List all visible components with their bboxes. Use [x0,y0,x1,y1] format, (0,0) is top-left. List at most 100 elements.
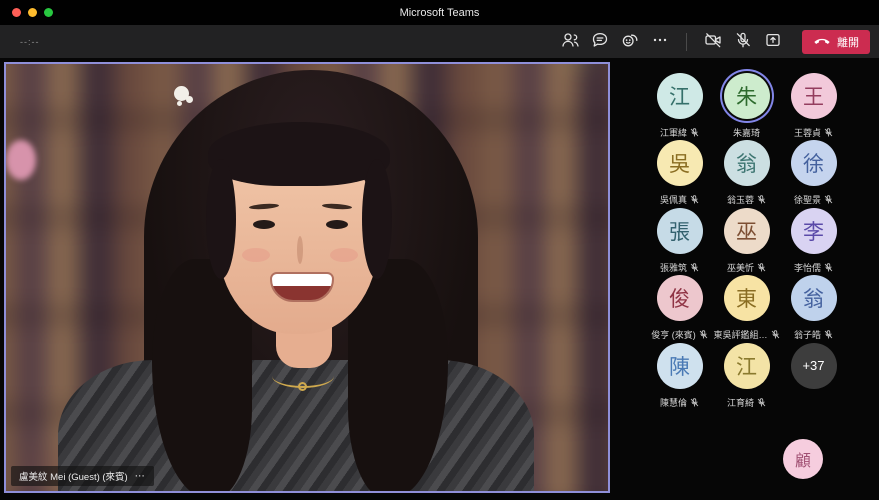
participant-tile[interactable]: 徐 徐聖景 [780,140,847,207]
participant-name: 江育綺 [727,396,754,409]
participant-tile[interactable]: 翁 翁玉蓉 [713,140,780,207]
participant-tile[interactable]: 東 東吳評鑑組… [713,275,780,342]
person-necklace-pendant [298,382,307,391]
more-options-button[interactable] [647,29,673,55]
participants-button[interactable] [557,29,583,55]
participant-name: 徐聖景 [794,193,821,206]
avatar: 朱 [724,73,770,119]
participant-name: 李怡儒 [794,261,821,274]
participant-name: 陳慧倫 [660,396,687,409]
participant-tile[interactable]: 江 江軍緯 [646,73,713,140]
avatar: 東 [724,275,770,321]
mic-muted-icon [690,128,699,137]
zoom-window-button[interactable] [44,8,53,17]
speaker-name-label: 盧美紋 Mei (Guest) (來賓) [19,469,128,483]
ellipsis-icon [650,30,670,53]
camera-toggle-button[interactable] [700,29,726,55]
participant-name: 朱嘉琦 [733,126,760,139]
person-smile [270,272,334,302]
person-eye-right [326,220,348,229]
mic-muted-icon [699,330,708,339]
chat-icon [590,30,610,53]
self-avatar: 顧 [783,439,823,479]
person-hair-fringe-right [362,159,392,279]
participant-tile[interactable]: 翁 翁子皓 [780,275,847,342]
share-screen-button[interactable] [760,29,786,55]
mic-muted-icon [757,398,766,407]
participant-tile[interactable]: 朱 朱嘉琦 [713,73,780,140]
avatar: 徐 [791,140,837,186]
main-video-tile: 盧美紋 Mei (Guest) (來賓) ⋯ [4,62,610,493]
chat-button[interactable] [587,29,613,55]
self-avatar-tile[interactable]: 顧 [783,439,823,479]
participant-tile[interactable]: 巫 巫美忻 [713,208,780,275]
participant-tile[interactable]: 俊 俊亨 (來賓) [646,275,713,342]
mic-off-icon [733,30,753,53]
mic-muted-icon [824,128,833,137]
participant-tile[interactable]: 江 江育綺 [713,343,780,410]
tile-more-menu[interactable]: ⋯ [135,471,146,482]
reactions-icon [620,30,640,53]
toolbar-divider [686,33,687,51]
overflow-count-avatar: +37 [791,343,837,389]
mic-muted-icon [771,330,780,339]
camera-off-icon [703,30,723,53]
avatar: 巫 [724,208,770,254]
participant-name: 張雅筑 [660,261,687,274]
minimize-window-button[interactable] [28,8,37,17]
person-eye-left [253,220,275,229]
share-screen-icon [763,30,783,53]
participant-name: 王蓉貞 [794,126,821,139]
mic-toggle-button[interactable] [730,29,756,55]
avatar: 張 [657,208,703,254]
participant-tile[interactable]: 王 王蓉貞 [780,73,847,140]
person-blush-left [242,248,270,262]
titlebar: Microsoft Teams [0,0,879,25]
mic-muted-icon [824,195,833,204]
participant-tile[interactable]: 陳 陳慧倫 [646,343,713,410]
people-icon [560,30,580,53]
close-window-button[interactable] [12,8,21,17]
mic-muted-icon [824,330,833,339]
mic-muted-icon [757,263,766,272]
avatar: 陳 [657,343,703,389]
participant-name: 俊亨 (來賓) [651,328,696,341]
overflow-participants-tile[interactable]: +37 [780,343,847,410]
app-title: Microsoft Teams [400,7,480,19]
avatar: 王 [791,73,837,119]
white-hair-accessory [174,86,189,101]
avatar: 翁 [791,275,837,321]
participant-tile[interactable]: 張 張雅筑 [646,208,713,275]
mic-muted-icon [690,263,699,272]
participant-name: 吳佩真 [660,193,687,206]
avatar: 江 [724,343,770,389]
participant-tile[interactable]: 李 李怡儒 [780,208,847,275]
avatar: 吳 [657,140,703,186]
person-hair-fringe-left [206,159,236,279]
participant-tile[interactable]: 吳 吳佩真 [646,140,713,207]
leave-meeting-button[interactable]: 離開 [802,30,870,54]
meeting-timer: --:-- [20,37,40,47]
participant-name: 翁子皓 [794,328,821,341]
mic-muted-icon [757,195,766,204]
avatar: 俊 [657,275,703,321]
window-controls [12,8,53,17]
phone-hangup-icon [813,34,831,49]
mic-muted-icon [824,263,833,272]
avatar: 翁 [724,140,770,186]
pink-flower-decoration [6,140,36,180]
person-nose [297,236,303,264]
participant-name: 巫美忻 [727,261,754,274]
speaker-name-pill: 盧美紋 Mei (Guest) (來賓) ⋯ [11,466,154,486]
meeting-toolbar: --:-- [0,25,879,58]
person-hair-fringe [208,122,390,186]
participant-name: 江軍緯 [660,126,687,139]
avatar: 江 [657,73,703,119]
leave-button-label: 離開 [837,34,859,50]
reactions-button[interactable] [617,29,643,55]
person-blush-right [330,248,358,262]
teams-meeting-window: Microsoft Teams --:-- [0,0,879,500]
mic-muted-icon [690,398,699,407]
participant-name: 翁玉蓉 [727,193,754,206]
participants-roster: 江 江軍緯 朱 朱嘉琦 王 王蓉貞 吳 吳佩真 翁 翁玉蓉 徐 徐聖景 張 張雅… [646,73,847,410]
